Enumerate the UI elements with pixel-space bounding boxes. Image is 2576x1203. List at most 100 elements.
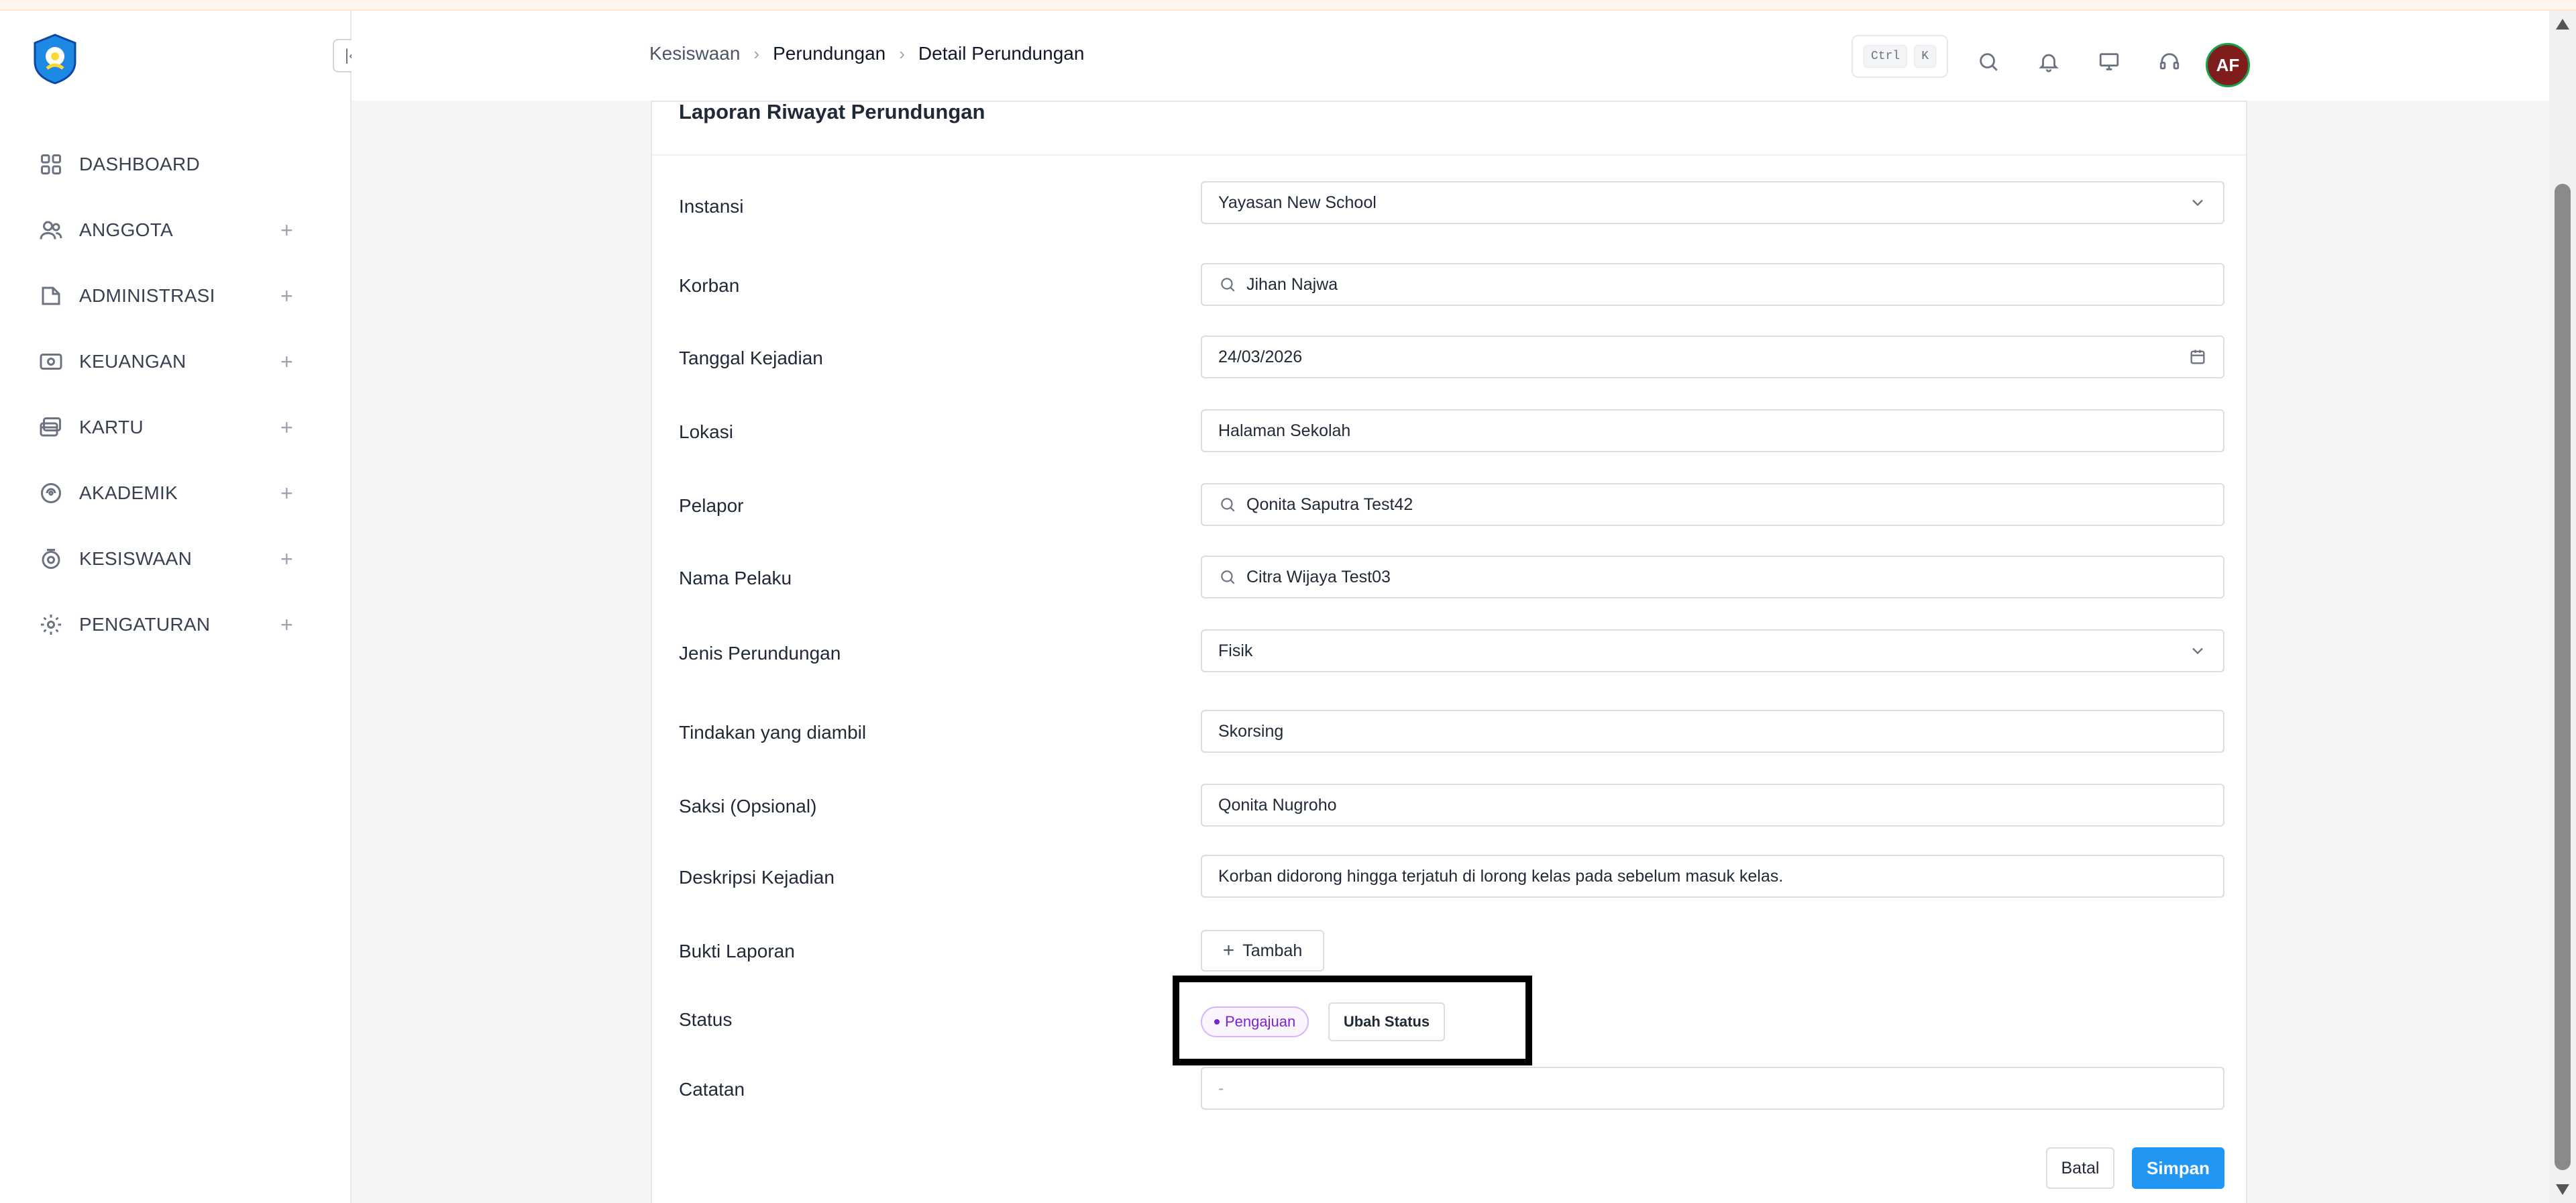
expand-plus-icon[interactable]: + [280, 482, 293, 504]
k-key: K [1914, 45, 1937, 68]
chevron-down-icon [2188, 641, 2208, 662]
sidebar-item-label: PENGATURAN [79, 614, 211, 635]
add-evidence-button[interactable]: + Tambah [1201, 930, 1324, 972]
tanggal-date-field[interactable]: 24/03/2026 [1201, 335, 2224, 378]
jenis-label: Jenis Perundungan [679, 643, 841, 664]
plus-icon: + [1222, 939, 1235, 961]
jenis-select[interactable]: Fisik [1201, 629, 2224, 672]
change-status-button[interactable]: Ubah Status [1328, 1002, 1445, 1041]
sidebar-item-administrasi[interactable]: ADMINISTRASI + [0, 263, 352, 329]
bukti-label: Bukti Laporan [679, 941, 795, 961]
status-badge: Pengajuan [1201, 1006, 1309, 1037]
breadcrumb-current: Detail Perundungan [918, 43, 1085, 64]
pelaku-value: Citra Wijaya Test03 [1246, 567, 1391, 586]
student-icon [38, 545, 64, 572]
divider [652, 154, 2246, 156]
catatan-input[interactable]: - [1201, 1067, 2224, 1110]
jenis-value: Fisik [1218, 641, 1253, 660]
korban-value: Jihan Najwa [1246, 274, 1338, 294]
page-scrollbar[interactable] [2549, 11, 2576, 1203]
lokasi-value: Halaman Sekolah [1218, 421, 1351, 440]
sidebar-item-label: KARTU [79, 417, 144, 437]
command-palette-shortcut[interactable]: Ctrl K [1851, 35, 1948, 78]
tanggal-label: Tanggal Kejadian [679, 348, 823, 368]
add-evidence-label: Tambah [1242, 941, 1303, 960]
sidebar-item-kesiswaan[interactable]: KESISWAAN + [0, 526, 352, 592]
sidebar-item-dashboard[interactable]: DASHBOARD [0, 132, 352, 197]
pelaku-label: Nama Pelaku [679, 568, 792, 588]
pelapor-search-field[interactable]: Qonita Saputra Test42 [1201, 483, 2224, 526]
expand-plus-icon[interactable]: + [280, 614, 293, 635]
expand-plus-icon[interactable]: + [280, 548, 293, 570]
scroll-down-arrow-icon[interactable] [2556, 1184, 2569, 1195]
bell-icon[interactable] [2035, 48, 2062, 75]
breadcrumb-item[interactable]: Kesiswaan [649, 43, 740, 64]
monitor-icon[interactable] [2096, 48, 2123, 75]
expand-plus-icon[interactable]: + [280, 351, 293, 372]
tindakan-label: Tindakan yang diambil [679, 722, 867, 743]
lokasi-input[interactable]: Halaman Sekolah [1201, 409, 2224, 452]
academic-icon [38, 480, 64, 507]
korban-search-field[interactable]: Jihan Najwa [1201, 263, 2224, 306]
dashboard-icon [38, 151, 64, 178]
app-logo[interactable] [28, 32, 82, 86]
chevron-right-icon: › [899, 43, 905, 64]
pelapor-label: Pelapor [679, 495, 744, 516]
expand-plus-icon[interactable]: + [280, 417, 293, 438]
saksi-input[interactable]: Qonita Nugroho [1201, 784, 2224, 827]
search-icon[interactable] [1975, 48, 2002, 75]
browser-top-strip [0, 0, 2576, 11]
support-icon[interactable] [2156, 48, 2183, 75]
top-header: Kesiswaan › Perundungan › Detail Perundu… [352, 11, 2549, 101]
search-icon [1218, 275, 1237, 294]
sidebar-item-label: DASHBOARD [79, 154, 201, 174]
pelapor-value: Qonita Saputra Test42 [1246, 494, 1413, 514]
cancel-button[interactable]: Batal [2046, 1147, 2114, 1189]
change-status-label: Ubah Status [1343, 1013, 1430, 1030]
sidebar-item-akademik[interactable]: AKADEMIK + [0, 460, 352, 526]
gear-icon [38, 611, 64, 638]
search-icon [1218, 495, 1237, 514]
sidebar-item-keuangan[interactable]: KEUANGAN + [0, 329, 352, 395]
status-label: Status [679, 1009, 733, 1030]
cancel-label: Batal [2061, 1158, 2100, 1178]
catatan-label: Catatan [679, 1079, 745, 1100]
expand-plus-icon[interactable]: + [280, 285, 293, 307]
report-card: Laporan Riwayat Perundungan Instansi Yay… [651, 101, 2247, 1203]
sidebar-item-label: KEUANGAN [79, 351, 186, 372]
sidebar-item-anggota[interactable]: ANGGOTA + [0, 197, 352, 263]
sidebar-item-label: ADMINISTRASI [79, 285, 215, 306]
avatar[interactable]: AF [2206, 43, 2250, 87]
save-button[interactable]: Simpan [2132, 1147, 2224, 1189]
sidebar-item-label: KESISWAAN [79, 548, 193, 569]
sidebar-item-label: AKADEMIK [79, 482, 178, 503]
sidebar-item-pengaturan[interactable]: PENGATURAN + [0, 592, 352, 658]
lokasi-label: Lokasi [679, 421, 733, 442]
saksi-label: Saksi (Opsional) [679, 796, 817, 817]
folder-icon [38, 282, 64, 309]
sidebar-item-label: ANGGOTA [79, 219, 174, 240]
tindakan-input[interactable]: Skorsing [1201, 710, 2224, 753]
instansi-select[interactable]: Yayasan New School [1201, 181, 2224, 224]
tanggal-value: 24/03/2026 [1218, 347, 1303, 366]
money-icon [38, 348, 64, 375]
scroll-up-arrow-icon[interactable] [2556, 19, 2569, 30]
korban-label: Korban [679, 275, 740, 296]
deskripsi-input[interactable]: Korban didorong hingga terjatuh di loron… [1201, 855, 2224, 898]
status-dot-icon [1214, 1019, 1220, 1025]
expand-plus-icon[interactable]: + [280, 219, 293, 241]
save-label: Simpan [2147, 1157, 2210, 1178]
saksi-value: Qonita Nugroho [1218, 795, 1337, 815]
breadcrumb-item[interactable]: Perundungan [773, 43, 885, 64]
instansi-label: Instansi [679, 196, 744, 217]
users-icon [38, 217, 64, 244]
calendar-icon[interactable] [2188, 348, 2208, 368]
instansi-value: Yayasan New School [1218, 193, 1377, 212]
ctrl-key: Ctrl [1863, 45, 1908, 68]
tindakan-value: Skorsing [1218, 721, 1284, 741]
deskripsi-label: Deskripsi Kejadian [679, 867, 835, 888]
chevron-right-icon: › [753, 43, 760, 64]
scroll-thumb[interactable] [2555, 184, 2571, 1170]
sidebar-item-kartu[interactable]: KARTU + [0, 395, 352, 460]
pelaku-search-field[interactable]: Citra Wijaya Test03 [1201, 556, 2224, 598]
